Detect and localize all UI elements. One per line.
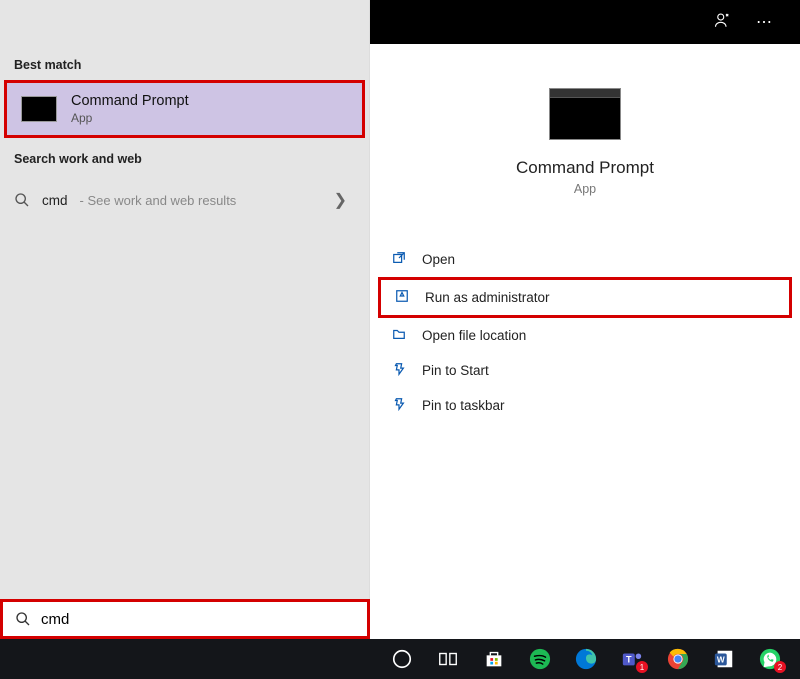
web-search-hint: - See work and web results — [80, 193, 237, 208]
task-view-icon[interactable] — [436, 647, 460, 671]
action-pin-taskbar[interactable]: Pin to taskbar — [378, 388, 792, 423]
pin-start-icon — [390, 362, 408, 379]
section-best-match: Best match — [0, 44, 369, 80]
taskbar: T 1 W 2 — [0, 639, 800, 679]
spotify-icon[interactable] — [528, 647, 552, 671]
svg-text:W: W — [717, 656, 725, 665]
detail-pane: Command Prompt App Open Run as administr… — [370, 0, 800, 639]
action-open-label: Open — [422, 252, 455, 267]
results-pane: Best match Command Prompt App Search wor… — [0, 0, 370, 639]
best-match-result[interactable]: Command Prompt App — [4, 80, 365, 138]
action-open-location[interactable]: Open file location — [378, 318, 792, 353]
action-pin-start[interactable]: Pin to Start — [378, 353, 792, 388]
action-run-admin-label: Run as administrator — [425, 290, 550, 305]
open-icon — [390, 251, 408, 268]
search-icon — [14, 192, 30, 208]
action-pin-start-label: Pin to Start — [422, 363, 489, 378]
web-search-row[interactable]: cmd - See work and web results ❯ — [0, 180, 369, 220]
detail-title: Command Prompt — [516, 158, 654, 178]
more-options-icon[interactable]: ⋯ — [744, 12, 784, 32]
pin-taskbar-icon — [390, 397, 408, 414]
detail-subtitle: App — [574, 182, 596, 196]
teams-badge: 1 — [636, 661, 648, 673]
chrome-icon[interactable] — [666, 647, 690, 671]
section-search-web: Search work and web — [0, 138, 369, 174]
word-icon[interactable]: W — [712, 647, 736, 671]
chevron-right-icon: ❯ — [334, 190, 355, 210]
shield-admin-icon — [393, 289, 411, 306]
action-open-location-label: Open file location — [422, 328, 526, 343]
search-icon — [15, 611, 31, 627]
web-search-term: cmd — [42, 193, 68, 208]
detail-actions: Open Run as administrator Open file loca… — [370, 242, 800, 423]
svg-text:T: T — [626, 655, 632, 665]
command-prompt-icon — [21, 96, 57, 122]
microsoft-store-icon[interactable] — [482, 647, 506, 671]
folder-icon — [390, 327, 408, 344]
action-run-admin[interactable]: Run as administrator — [378, 277, 792, 318]
whatsapp-badge: 2 — [774, 661, 786, 673]
edge-icon[interactable] — [574, 647, 598, 671]
cortana-icon[interactable] — [390, 647, 414, 671]
action-open[interactable]: Open — [378, 242, 792, 277]
whatsapp-icon[interactable]: 2 — [758, 647, 782, 671]
teams-icon[interactable]: T 1 — [620, 647, 644, 671]
search-bar[interactable] — [0, 599, 370, 639]
feedback-icon[interactable] — [702, 11, 744, 34]
command-prompt-icon-large — [549, 88, 621, 140]
search-input[interactable] — [41, 611, 355, 628]
best-match-subtitle: App — [71, 111, 189, 125]
action-pin-taskbar-label: Pin to taskbar — [422, 398, 505, 413]
best-match-title: Command Prompt — [71, 93, 189, 109]
